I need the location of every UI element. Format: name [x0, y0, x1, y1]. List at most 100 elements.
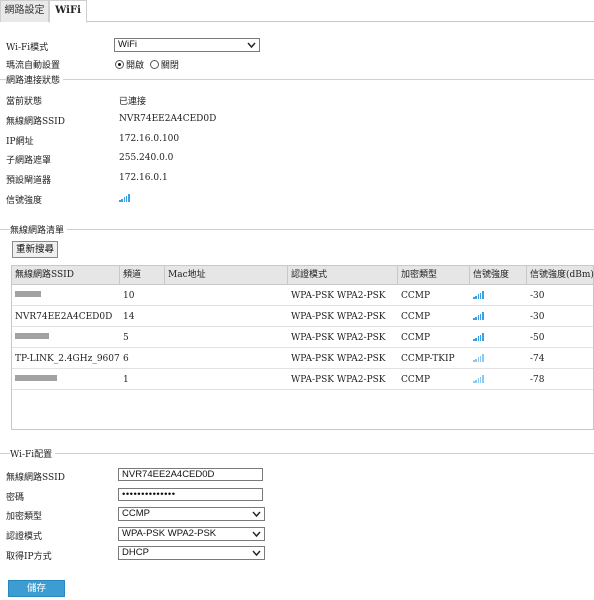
row-auth: WPA-PSK WPA2-PSK [291, 375, 386, 385]
radio-on-circle [115, 60, 124, 69]
list-section-title: 無線網路清單 [10, 223, 68, 236]
status-value-0: 已連接 [119, 97, 147, 107]
chevron-down-icon [252, 531, 261, 538]
status-label-4: 預設閘道器 [6, 176, 52, 186]
status-value-1: NVR74EE2A4CED0D [119, 114, 217, 124]
tab-network-settings[interactable]: 網路設定 [0, 0, 49, 22]
table-row[interactable]: NVR74EE2A4CED0D 14 WPA-PSK WPA2-PSK CCMP… [12, 307, 593, 327]
status-label-1: 無線網路SSID [6, 117, 65, 127]
row-auth: WPA-PSK WPA2-PSK [291, 333, 386, 343]
row-signal [470, 328, 527, 348]
auto-connect-radio-group: 開啟 關閉 [115, 58, 179, 71]
row-dbm: -74 [530, 354, 545, 364]
ip-method-select[interactable]: DHCP [118, 546, 265, 560]
redacted-ssid [15, 333, 49, 339]
row-ssid [12, 328, 120, 348]
radio-off[interactable]: 關閉 [149, 60, 179, 71]
table-header: 無線網路SSID 頻道 Mac地址 認證模式 加密類型 信號強度 信號強度(dB… [12, 266, 594, 285]
status-value-3: 255.240.0.0 [119, 153, 174, 163]
ssid-input[interactable]: NVR74EE2A4CED0D [118, 468, 263, 481]
row-channel: 6 [123, 354, 129, 364]
wifi-signal-icon [473, 333, 484, 341]
wifi-signal-icon [119, 194, 130, 202]
col-signal[interactable]: 信號強度 [470, 266, 527, 285]
save-button[interactable]: 儲存 [8, 580, 65, 597]
redacted-ssid [15, 375, 57, 381]
status-label-5: 信號強度 [6, 196, 43, 206]
col-signal-dbm[interactable]: 信號強度(dBm) [527, 266, 594, 285]
row-auth: WPA-PSK WPA2-PSK [291, 291, 386, 301]
status-section-rule [0, 79, 594, 80]
auto-connect-label: 瑪流自動設置 [6, 61, 61, 71]
ip-method-value: DHCP [122, 547, 149, 558]
status-label-2: IP網址 [6, 137, 34, 147]
wifi-signal-icon [473, 291, 484, 299]
auth-mode-select[interactable]: WPA-PSK WPA2-PSK [118, 527, 265, 541]
wifi-mode-value: WiFi [118, 39, 137, 50]
auth-mode-value: WPA-PSK WPA2-PSK [122, 528, 217, 539]
row-signal [470, 349, 527, 369]
status-label-0: 當前狀態 [6, 97, 43, 107]
config-section-rule [0, 453, 594, 454]
row-encryption: CCMP [401, 333, 431, 343]
col-mac[interactable]: Mac地址 [165, 266, 288, 285]
status-label-3: 子網路遮罩 [6, 156, 52, 166]
row-dbm: -30 [530, 312, 545, 322]
wifi-signal-icon [473, 354, 484, 362]
status-value-2: 172.16.0.100 [119, 134, 180, 144]
row-ssid: NVR74EE2A4CED0D [15, 312, 113, 322]
table-row[interactable]: 1 WPA-PSK WPA2-PSK CCMP -78 [12, 370, 593, 390]
config-auth-label: 認證模式 [6, 532, 43, 542]
radio-on-label: 開啟 [126, 61, 145, 71]
chevron-down-icon [247, 42, 256, 49]
row-dbm: -50 [530, 333, 545, 343]
col-encryption[interactable]: 加密類型 [398, 266, 470, 285]
row-encryption: CCMP [401, 291, 431, 301]
wifi-mode-select[interactable]: WiFi [114, 38, 260, 52]
config-password-label: 密碼 [6, 493, 25, 503]
radio-off-circle [149, 60, 159, 69]
wifi-signal-icon [473, 375, 484, 383]
tab-bar: 網路設定 WiFi [0, 0, 594, 23]
config-section-title: Wi-Fi配置 [10, 447, 56, 460]
row-signal [470, 370, 527, 390]
row-channel: 14 [123, 312, 135, 322]
row-encryption: CCMP-TKIP [401, 354, 455, 364]
table-row[interactable]: TP-LINK_2.4GHz_9607D1 6 WPA-PSK WPA2-PSK… [12, 349, 593, 369]
row-encryption: CCMP [401, 312, 431, 322]
row-signal [470, 307, 527, 327]
encryption-value: CCMP [122, 508, 150, 519]
radio-on[interactable]: 開啟 [115, 60, 145, 71]
row-channel: 1 [123, 375, 129, 385]
table-row[interactable]: 5 WPA-PSK WPA2-PSK CCMP -50 [12, 328, 593, 348]
encryption-select[interactable]: CCMP [118, 507, 265, 521]
refresh-button[interactable]: 重新搜尋 [12, 241, 58, 258]
tab-wifi[interactable]: WiFi [49, 0, 87, 23]
row-ssid: TP-LINK_2.4GHz_9607D1 [15, 354, 120, 364]
config-ip-label: 取得IP方式 [6, 552, 52, 562]
wifi-signal-icon [473, 312, 484, 320]
chevron-down-icon [252, 511, 261, 518]
row-auth: WPA-PSK WPA2-PSK [291, 312, 386, 322]
table-row[interactable]: 10 WPA-PSK WPA2-PSK CCMP -30 [12, 286, 593, 306]
radio-off-label: 關閉 [160, 61, 179, 71]
col-auth[interactable]: 認證模式 [288, 266, 398, 285]
status-signal [119, 194, 130, 205]
wifi-mode-label: Wi-Fi模式 [6, 43, 49, 53]
row-ssid [12, 370, 120, 390]
wifi-list-table: 無線網路SSID 頻道 Mac地址 認證模式 加密類型 信號強度 信號強度(dB… [11, 265, 594, 430]
row-auth: WPA-PSK WPA2-PSK [291, 354, 386, 364]
row-channel: 5 [123, 333, 129, 343]
password-input[interactable]: •••••••••••••• [118, 488, 263, 501]
row-encryption: CCMP [401, 375, 431, 385]
redacted-ssid [15, 291, 41, 297]
chevron-down-icon [252, 550, 261, 557]
row-ssid [12, 286, 120, 306]
col-channel[interactable]: 頻道 [120, 266, 165, 285]
row-dbm: -78 [530, 375, 545, 385]
config-ssid-label: 無線網路SSID [6, 473, 65, 483]
row-channel: 10 [123, 291, 135, 301]
col-ssid[interactable]: 無線網路SSID [12, 266, 120, 285]
row-signal [470, 286, 527, 306]
list-section-rule [0, 229, 594, 230]
